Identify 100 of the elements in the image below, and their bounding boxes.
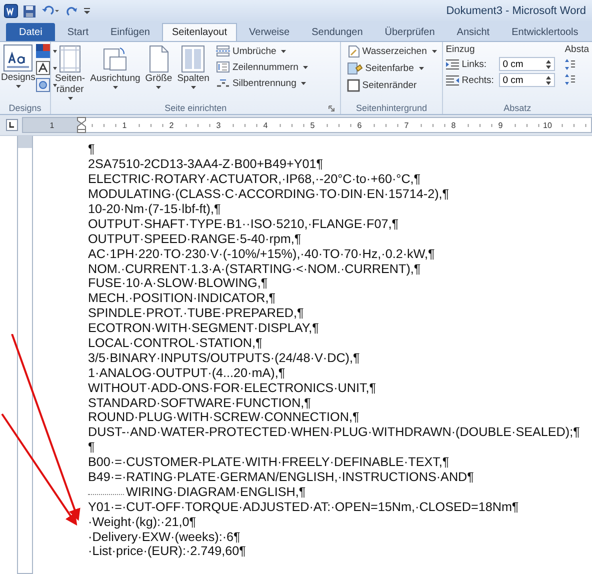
text-line: FUSE·10·A·SLOW·BLOWING,¶ [88, 276, 268, 290]
text-line: NOM.·CURRENT·1.3·A·(STARTING·<·NOM.·CURRENT),¶ [88, 262, 421, 276]
customize-menu-icon[interactable] [83, 6, 91, 16]
text-line: 1·ANALOG·OUTPUT·(4...20·mA),¶ [88, 366, 286, 380]
text-line: DUST-·AND·WATER-PROTECTED·WHEN·PLUG·WITHDRAWN·(DOUBLE·SEALED);¶ [88, 425, 580, 440]
caret-icon [303, 66, 308, 68]
ribbon-tab[interactable]: Sendungen [302, 23, 373, 41]
ruler-number: 1 [48, 120, 56, 130]
undo-icon[interactable] [41, 4, 61, 18]
caret-icon [432, 50, 437, 53]
ribbon-tab[interactable]: Start [57, 23, 98, 41]
ribbon-button[interactable]: Wasserzeichen [346, 44, 438, 59]
line-numbers-icon [216, 61, 230, 73]
ribbon-tab[interactable]: Überprüfen [374, 23, 445, 41]
text-line: ECOTRON·WITH·SEGMENT·DISPLAY,¶ [88, 321, 319, 336]
ruler-number: 7 [403, 120, 410, 130]
ribbon-button[interactable]: Silbentrennung [215, 76, 310, 90]
ribbon-button[interactable]: Umbrüche [215, 44, 310, 58]
hyphenation-icon [216, 77, 230, 89]
text-line: LOCAL·CONTROL·STATION,¶ [88, 336, 262, 350]
indent-heading: Einzug [446, 44, 476, 55]
text-line: ·List·price·(EUR):·2.749,60¶ [88, 544, 246, 558]
ruler-number: 9 [497, 120, 504, 130]
ruler-number: 1 [121, 120, 128, 130]
page-borders-icon [347, 79, 360, 92]
fonts-icon[interactable] [36, 61, 58, 76]
text-line: B49·=·RATING·PLATE·GERMAN/ENGLISH,·INSTRUCTIONS·AND¶ [88, 470, 474, 484]
text-line: MECH.·POSITION·INDICATOR,¶ [88, 291, 276, 306]
designs-button[interactable]: Designs [1, 44, 36, 88]
text-line: WIRING·DIAGRAM·ENGLISH,¶ [126, 484, 306, 499]
ruler-number: 3 [215, 120, 222, 130]
text-line: ELECTRIC·ROTARY·ACTUATOR,·IP68,·-20°C·to·+60·°C,¶ [88, 172, 421, 186]
ribbon-tab[interactable]: Entwicklertools [502, 23, 588, 41]
ribbon-button[interactable]: Seiten- ränder [54, 44, 86, 101]
text-line: ·Delivery·EXW·(weeks):·6¶ [88, 530, 240, 544]
ribbon-button[interactable]: Größe [144, 44, 174, 90]
dialog-launcher-icon[interactable] [328, 105, 336, 112]
text-line: Y01·=·CUT-OFF·TORQUE·ADJUSTED·AT:·OPEN=15Nm,·CLOSED=18Nm¶ [88, 500, 519, 514]
ribbon-button[interactable]: Seitenfarbe [346, 61, 438, 76]
spin-field[interactable]: 0 cm [498, 57, 555, 71]
indent-right-icon [446, 74, 459, 86]
caret-icon [281, 50, 286, 52]
ribbon-button[interactable]: Ausrichtung [89, 44, 142, 90]
text-line: OUTPUT·SHAFT·TYPE·B1··ISO·5210,·FLANGE·F07,¶ [88, 216, 398, 231]
text-line: MODULATING·(CLASS·C·ACCORDING·TO·DIN·EN·15714-2),¶ [88, 187, 450, 202]
caret-icon [112, 86, 118, 89]
themes-icon [3, 44, 34, 72]
caret-icon [301, 82, 306, 84]
ribbon-tab[interactable]: Ansicht [446, 23, 500, 41]
page-color-icon [347, 62, 364, 75]
ribbon-button[interactable]: Zeilennummern [215, 60, 310, 74]
redo-icon[interactable] [66, 4, 78, 18]
caret-icon [156, 86, 162, 89]
page-size-icon [148, 45, 170, 73]
spin-field[interactable]: 0 cm [498, 73, 555, 87]
breaks-icon [216, 45, 230, 57]
text-line: AC·1PH·220·TO·230·V·(-10%/+15%),·40·TO·70·Hz,·0.2·kW,¶ [88, 246, 435, 261]
text-line: STANDARD·SOFTWARE·FUNCTION,¶ [88, 396, 311, 410]
ribbon-tab[interactable]: Verweise [239, 23, 300, 41]
indent-left-icon [446, 58, 459, 70]
ruler-number: 5 [309, 120, 316, 130]
orientation-icon [102, 45, 128, 73]
text-line: B00·=·CUSTOMER-PLATE·WITH·FREELY·DEFINABLE·TEXT,¶ [88, 455, 450, 470]
group-label: Absatz [502, 103, 532, 114]
ribbon-tab[interactable]: Datei [6, 23, 56, 41]
text-line: SPINDLE·PROT.·TUBE·PREPARED,¶ [88, 306, 304, 320]
text-line: ROUND·PLUG·WITH·SCREW·CONNECTION,¶ [88, 410, 360, 424]
ruler-number: 10 [542, 120, 553, 130]
text-line: 2SA7510-2CD13-3AA4-Z·B00+B49+Y01¶ [88, 157, 323, 172]
ribbon-button[interactable]: Seitenränder [346, 78, 438, 93]
text-line: WITHOUT·ADD-ONS·FOR·ELECTRONICS·UNIT,¶ [88, 380, 376, 395]
ruler-number: 2 [168, 120, 175, 130]
group-label: Seitenhintergrund [354, 103, 428, 114]
colors-icon[interactable] [36, 44, 58, 59]
spin-arrows-icon [546, 60, 551, 68]
window-title: Dokument3 - Microsoft Word [446, 5, 586, 17]
spin-arrows-icon [546, 76, 551, 84]
ruler-number: 6 [356, 120, 363, 130]
tab-selector-icon[interactable] [6, 119, 18, 131]
text-line: ¶ [88, 142, 95, 156]
save-icon[interactable] [23, 4, 36, 18]
caret-icon [68, 97, 73, 100]
margins-icon [59, 45, 82, 73]
text-line: OUTPUT·SPEED·RANGE·5-40·rpm,¶ [88, 232, 302, 246]
text-line: 3/5·BINARY·INPUTS/OUTPUTS·(24/48·V·DC),¶ [88, 350, 360, 365]
group-label: Seite einrichten [164, 103, 227, 114]
indent-marker-icon[interactable] [77, 117, 86, 133]
group-label: Designs [8, 103, 42, 114]
watermark-icon [347, 45, 360, 58]
field-label: Rechts: [462, 74, 495, 86]
ribbon-tab[interactable]: Einfügen [100, 23, 160, 41]
horizontal-ruler[interactable]: 1 1 2 3 4 5 6 7 8 9 10 [22, 117, 592, 133]
text-line: ·Weight·(kg):·21,0¶ [88, 514, 196, 529]
ribbon-tab[interactable]: Seitenlayout [162, 23, 238, 41]
ribbon-button[interactable]: Spalten [176, 44, 210, 90]
spacing-before-icon [564, 59, 575, 70]
text-line: 10-20·Nm·(7-15·lbf-ft),¶ [88, 202, 221, 216]
ruler-number: 8 [450, 120, 457, 130]
word-logo-icon[interactable] [4, 4, 18, 18]
caret-icon [418, 67, 424, 70]
